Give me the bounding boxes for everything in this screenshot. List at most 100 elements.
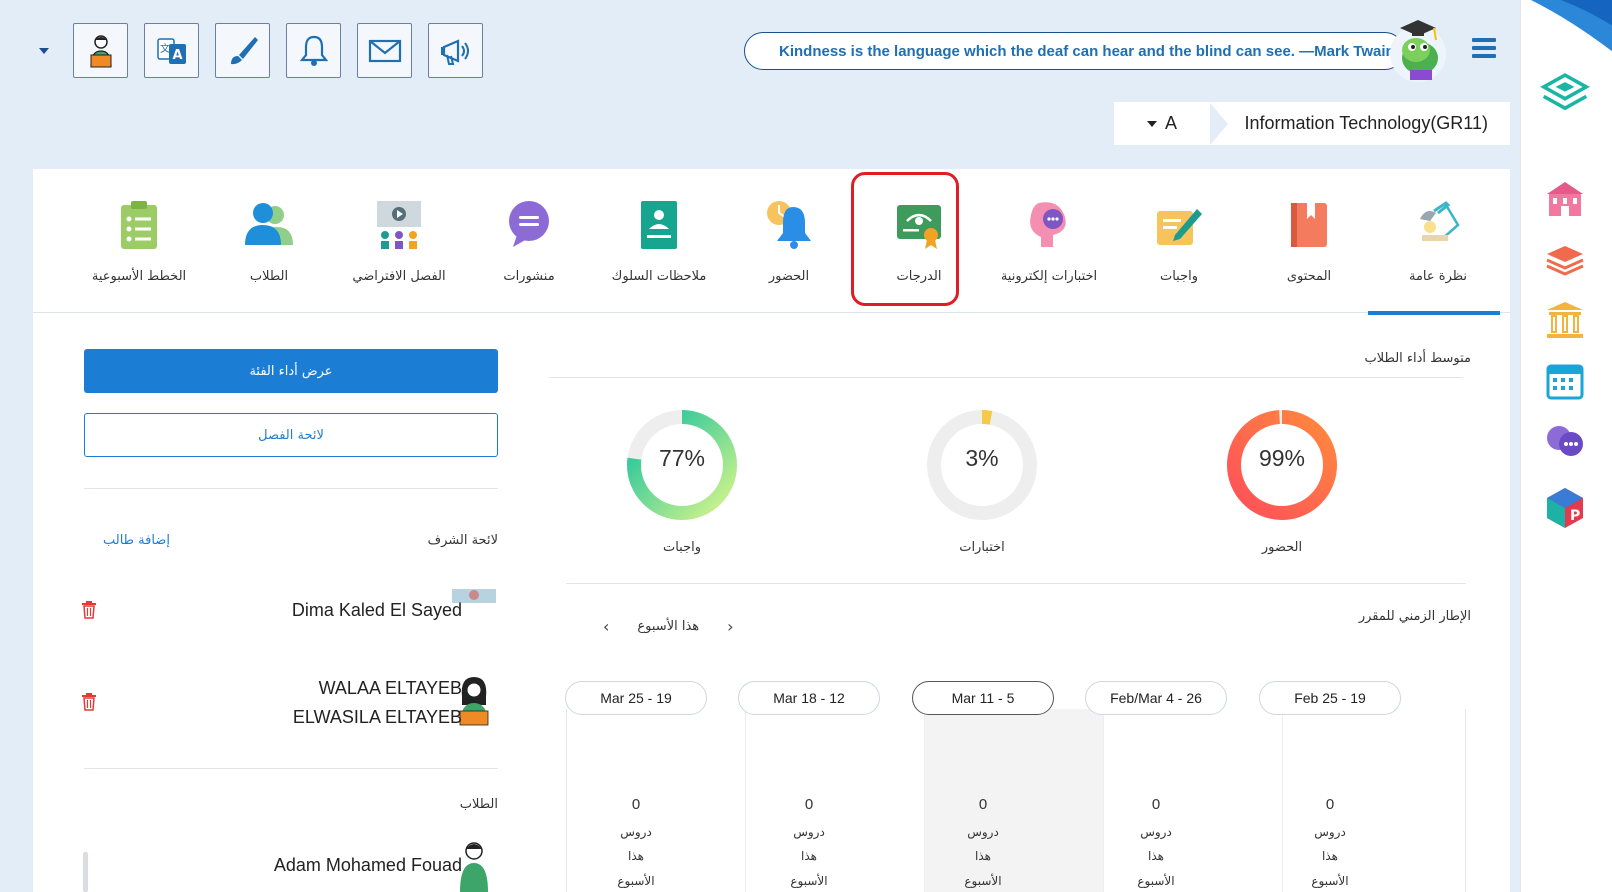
class-roster-button[interactable]: لائحة الفصل xyxy=(84,413,498,457)
sidebar-portfolio[interactable]: P xyxy=(1543,486,1587,530)
translate-button[interactable]: A 文 xyxy=(144,23,199,78)
svg-text:P: P xyxy=(1570,508,1580,524)
students-scrollbar[interactable] xyxy=(83,852,88,892)
posts-speech-icon xyxy=(509,201,549,247)
week-week-label: الأسبوع xyxy=(1137,874,1175,888)
sidebar-messages[interactable] xyxy=(1543,420,1587,464)
quizzes-percent: 3% xyxy=(965,445,999,471)
hamburger-menu-button[interactable] xyxy=(1472,38,1496,60)
next-week-arrow[interactable]: › xyxy=(727,617,733,636)
theme-brush-button[interactable] xyxy=(215,23,270,78)
student-name[interactable]: WALAA ELTAYEB ELWASILA ELTAYEB xyxy=(293,674,462,732)
envelope-icon xyxy=(368,39,401,62)
tab-virtual-class[interactable]: الفصل الافتراضي xyxy=(339,169,459,313)
performance-title: متوسط أداء الطلاب xyxy=(1364,351,1471,366)
notifications-button[interactable] xyxy=(286,23,341,78)
chat-bubbles-icon xyxy=(1547,426,1583,456)
trash-icon[interactable] xyxy=(81,693,97,711)
portfolio-cube-icon: P xyxy=(1547,488,1583,528)
quizzes-label: اختبارات xyxy=(959,540,1005,555)
student-name[interactable]: Dima Kaled El Sayed xyxy=(292,596,462,625)
tab-grades[interactable]: الدرجات xyxy=(859,169,979,313)
divider xyxy=(84,488,498,489)
layers-icon xyxy=(1546,246,1584,276)
tab-label: الخطط الأسبوعية xyxy=(91,269,187,284)
sidebar-calendar[interactable] xyxy=(1543,360,1587,404)
week-pill[interactable]: Feb/Mar 4 - 26 xyxy=(1085,681,1227,715)
school-building-icon xyxy=(1547,182,1583,216)
paint-brush-icon xyxy=(230,36,258,64)
tab-students[interactable]: الطلاب xyxy=(209,169,329,313)
calendar-icon xyxy=(1546,364,1584,400)
megaphone-icon xyxy=(440,38,469,65)
week-lessons-label: دروس xyxy=(1140,825,1172,839)
week-week-label: الأسبوع xyxy=(1311,874,1349,888)
course-name[interactable]: Information Technology(GR11) xyxy=(1228,113,1510,134)
week-this-label: هذا xyxy=(628,849,644,863)
week-this-label: هذا xyxy=(1148,849,1164,863)
sidebar-school[interactable] xyxy=(1543,178,1587,222)
class-performance-button[interactable]: عرض أداء الفئة xyxy=(84,349,498,393)
breadcrumb-separator xyxy=(1210,102,1228,145)
trash-icon[interactable] xyxy=(81,601,97,619)
tab-weekly-plans[interactable]: الخطط الأسبوعية xyxy=(79,169,199,313)
grades-certificate-icon xyxy=(897,205,941,249)
behavior-notes-icon xyxy=(641,201,677,249)
student-profile-icon xyxy=(89,34,112,67)
corner-flag-icon xyxy=(1531,0,1612,52)
week-this-label: هذا xyxy=(801,849,817,863)
timeline-title: الإطار الزمني للمقرر xyxy=(1358,609,1471,624)
assignments-percent: 77% xyxy=(658,445,706,471)
overview-lamp-icon xyxy=(1420,201,1460,241)
week-lesson-count: 0 xyxy=(978,796,988,813)
weekly-plans-icon xyxy=(121,201,157,249)
account-dropdown-caret[interactable] xyxy=(38,44,52,58)
student-profile-button[interactable] xyxy=(73,23,128,78)
tab-quizzes[interactable]: اختبارات إلكترونية xyxy=(989,169,1109,313)
students-icon xyxy=(245,203,293,245)
tab-content[interactable]: المحتوى xyxy=(1249,169,1369,313)
assignments-label: واجبات xyxy=(662,540,702,555)
divider xyxy=(84,768,498,769)
current-week-label[interactable]: هذا الأسبوع xyxy=(637,619,699,634)
tab-behavior-notes[interactable]: ملاحظات السلوك xyxy=(599,169,719,313)
announcements-button[interactable] xyxy=(428,23,483,78)
translate-icon: A 文 xyxy=(156,37,186,64)
sidebar-courses[interactable] xyxy=(1543,238,1587,282)
messages-button[interactable] xyxy=(357,23,412,78)
app-logo[interactable] xyxy=(1539,68,1591,120)
tab-posts[interactable]: منشورات xyxy=(469,169,589,313)
tab-attendance[interactable]: الحضور xyxy=(729,169,849,313)
honor-list-title: لائحة الشرف xyxy=(427,533,498,548)
assignments-pen-icon xyxy=(1157,209,1202,245)
week-pill-current[interactable]: Mar 11 - 5 xyxy=(912,681,1054,715)
divider xyxy=(549,377,1463,378)
week-pill[interactable]: Mar 25 - 19 xyxy=(565,681,707,715)
institution-columns-icon xyxy=(1547,302,1583,338)
tab-overview[interactable]: نظرة عامة xyxy=(1368,169,1500,315)
student-name[interactable]: Adam Mohamed Fouad xyxy=(274,851,462,880)
previous-week-arrow[interactable]: ‹ xyxy=(603,617,609,636)
quiz-chat-icon xyxy=(1030,202,1066,247)
attendance-bell-icon xyxy=(767,201,811,249)
section-dropdown[interactable]: A xyxy=(1114,102,1210,145)
students-title: الطلاب xyxy=(459,797,498,812)
week-pill[interactable]: Feb 25 - 19 xyxy=(1259,681,1401,715)
week-pill[interactable]: Mar 18 - 12 xyxy=(738,681,880,715)
svg-text:文: 文 xyxy=(160,42,170,55)
course-selector: A Information Technology(GR11) xyxy=(1114,102,1510,145)
quote-banner: Kindness is the language which the deaf … xyxy=(744,32,1404,70)
attendance-donut: 99% xyxy=(1222,405,1342,525)
add-student-link[interactable]: إضافة طالب xyxy=(103,533,170,548)
sidebar-institution[interactable] xyxy=(1543,298,1587,342)
week-lesson-count: 0 xyxy=(1325,796,1335,813)
week-navigator: ‹ هذا الأسبوع › xyxy=(603,617,734,636)
divider xyxy=(566,583,1466,584)
tab-assignments[interactable]: واجبات xyxy=(1119,169,1239,313)
section-value: A xyxy=(1164,113,1177,133)
week-lessons-label: دروس xyxy=(1314,825,1346,839)
week-lesson-count: 0 xyxy=(1151,796,1161,813)
bell-icon xyxy=(299,35,328,66)
attendance-label: الحضور xyxy=(1261,540,1303,555)
week-lessons-label: دروس xyxy=(620,825,652,839)
